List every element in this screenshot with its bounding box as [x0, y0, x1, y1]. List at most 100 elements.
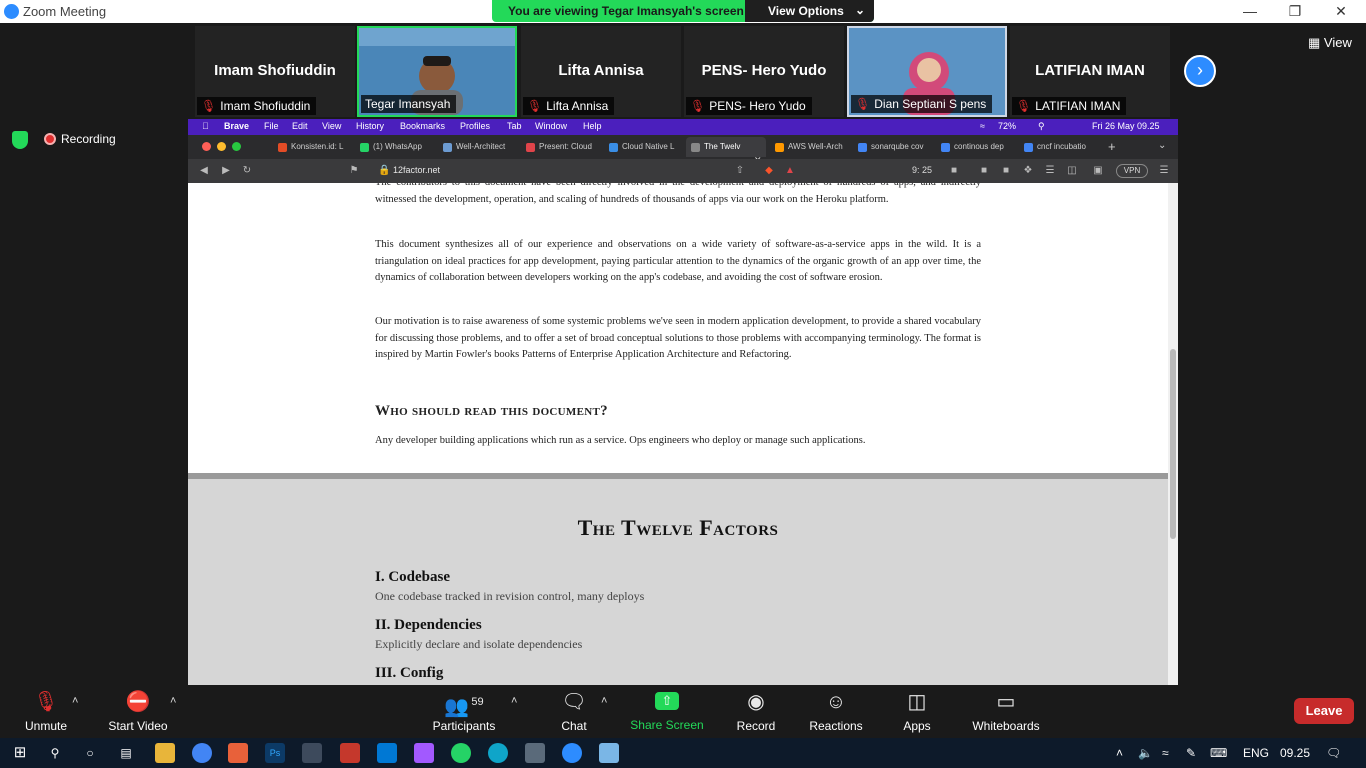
close-icon[interactable]: ✕ [1331, 2, 1351, 20]
app-icon[interactable] [340, 743, 360, 763]
close-window-icon[interactable] [202, 142, 211, 151]
page-scrollbar-thumb[interactable] [1170, 349, 1176, 539]
view-options-button[interactable]: View Options ⌄ [745, 0, 874, 22]
app-icon[interactable] [302, 743, 322, 763]
browser-tab-active[interactable]: The Twelv [686, 137, 766, 157]
reload-icon[interactable]: ↻ [241, 165, 253, 177]
leave-button[interactable]: Leave [1294, 698, 1354, 724]
cortana-icon[interactable]: ○ [80, 743, 100, 763]
recording-indicator[interactable]: Recording [44, 132, 116, 146]
browser-tab[interactable]: AWS Well-Arch [770, 137, 850, 157]
participant-label: 🎙 LATIFIAN IMAN [1012, 97, 1127, 115]
back-icon[interactable]: ◀ [198, 165, 210, 177]
grid-icon: ▦ [1308, 35, 1321, 50]
bookmark-icon[interactable]: ⚑ [348, 165, 360, 177]
share-page-icon[interactable]: ⇧ [734, 165, 746, 177]
notification-icon[interactable]: 🗨 [1326, 746, 1341, 760]
participant-tile[interactable]: PENS- Hero Yudo 🎙 PENS- Hero Yudo [684, 26, 844, 117]
participants-button[interactable]: 👥 59 Participants [428, 689, 500, 733]
factor-title[interactable]: II. Dependencies [375, 617, 482, 634]
menu-item[interactable]: History [356, 121, 384, 131]
language-indicator[interactable]: ENG [1243, 746, 1269, 760]
tray-chevron-icon[interactable]: ˄ [1116, 746, 1123, 760]
extension-icon[interactable]: ■ [948, 165, 960, 177]
app-icon[interactable] [228, 743, 248, 763]
browser-tab[interactable]: Konsisten.id: L [273, 137, 353, 157]
browser-tab[interactable]: Present: Cloud [521, 137, 601, 157]
vpn-button[interactable]: VPN [1116, 164, 1148, 178]
edge-icon[interactable] [488, 743, 508, 763]
browser-tab[interactable]: continous dep [936, 137, 1016, 157]
share-screen-button[interactable]: ⇧ Share Screen [630, 689, 704, 732]
factor-title[interactable]: I. Codebase [375, 569, 450, 586]
menu-item[interactable]: Profiles [460, 121, 490, 131]
security-shield-icon[interactable] [12, 131, 28, 149]
pen-icon[interactable]: ✎ [1186, 746, 1196, 760]
menu-item[interactable]: Help [583, 121, 602, 131]
windows-start-icon[interactable]: ⊞ [10, 743, 30, 763]
participant-tile-video[interactable]: Tegar Imansyah [357, 26, 517, 117]
keyboard-icon[interactable]: ⌨ [1210, 746, 1227, 760]
apps-button[interactable]: ◫ Apps [896, 689, 938, 733]
factor-title[interactable]: III. Config [375, 665, 443, 682]
new-tab-icon[interactable]: + [1108, 139, 1116, 154]
brave-rewards-icon[interactable]: ▲ [784, 165, 796, 177]
view-button[interactable]: ▦ View [1308, 35, 1352, 51]
minimize-window-icon[interactable] [217, 142, 226, 151]
browser-tab[interactable]: Cloud Native L [604, 137, 684, 157]
unmute-button[interactable]: 🎙 Unmute [20, 689, 72, 733]
extension-icon[interactable]: ■ [978, 165, 990, 177]
puzzle-icon[interactable]: ❖ [1022, 165, 1034, 177]
shared-screen[interactable]:  Brave File Edit View History Bookmarks… [188, 119, 1178, 685]
file-explorer-icon[interactable] [155, 743, 175, 763]
extension-icon[interactable]: ■ [1000, 165, 1012, 177]
menu-icon[interactable]: ☰ [1158, 165, 1170, 177]
url-text[interactable]: 12factor.net [393, 165, 440, 175]
menu-item[interactable]: View [322, 121, 341, 131]
wallet-icon[interactable]: ▣ [1092, 165, 1104, 177]
app-icon[interactable] [525, 743, 545, 763]
tab-list-chevron-icon[interactable]: ⌄ [1158, 140, 1166, 151]
participant-label-text: Lifta Annisa [546, 99, 609, 113]
menu-item[interactable]: Brave [224, 121, 249, 131]
chat-button[interactable]: 🗨 Chat [554, 689, 594, 733]
browser-tab[interactable]: Well-Architect [438, 137, 518, 157]
minimize-icon[interactable]: — [1240, 2, 1260, 20]
menu-item[interactable]: Edit [292, 121, 308, 131]
menu-item[interactable]: Window [535, 121, 567, 131]
gallery-next-button[interactable]: › [1184, 55, 1216, 87]
chrome-icon[interactable] [192, 743, 212, 763]
participant-tile[interactable]: Lifta Annisa 🎙 Lifta Annisa [521, 26, 681, 117]
network-icon[interactable]: ≈ [1162, 746, 1169, 760]
menu-item[interactable]: Bookmarks [400, 121, 445, 131]
browser-tab[interactable]: cncf incubatio [1019, 137, 1099, 157]
notepad-icon[interactable] [599, 743, 619, 763]
playlist-icon[interactable]: ☰ [1044, 165, 1056, 177]
taskbar-clock[interactable]: 09.25 [1280, 746, 1310, 760]
menu-item[interactable]: File [264, 121, 279, 131]
participant-tile-video[interactable]: 🎙 Dian Septiani S pens [847, 26, 1007, 117]
whatsapp-icon[interactable] [451, 743, 471, 763]
photoshop-icon[interactable]: Ps [265, 743, 285, 763]
browser-tab[interactable]: (1) WhatsApp [355, 137, 435, 157]
menu-item[interactable]: Tab [507, 121, 522, 131]
record-icon: ◉ [747, 691, 765, 713]
restore-icon[interactable]: ❐ [1285, 2, 1305, 20]
sidebar-icon[interactable]: ◫ [1066, 165, 1078, 177]
participant-tile[interactable]: Imam Shofiuddin 🎙 Imam Shofiuddin [195, 26, 355, 117]
zoom-taskbar-icon[interactable] [562, 743, 582, 763]
zoom-window-icon[interactable] [232, 142, 241, 151]
participant-tile[interactable]: LATIFIAN IMAN 🎙 LATIFIAN IMAN [1010, 26, 1170, 117]
browser-tab[interactable]: sonarqube cov [853, 137, 933, 157]
brave-shield-icon[interactable]: ◆ [763, 165, 775, 177]
figma-icon[interactable] [414, 743, 434, 763]
search-icon[interactable]: ⚲ [45, 743, 65, 763]
start-video-button[interactable]: ⛔ Start Video [104, 689, 172, 733]
forward-icon[interactable]: ▶ [220, 165, 232, 177]
record-button[interactable]: ◉ Record [732, 689, 780, 733]
reactions-button[interactable]: ☺ Reactions [806, 689, 866, 733]
volume-icon[interactable]: 🔈 [1138, 746, 1153, 760]
vscode-icon[interactable] [377, 743, 397, 763]
task-view-icon[interactable]: ▤ [116, 743, 136, 763]
whiteboards-button[interactable]: ▭ Whiteboards [968, 689, 1044, 733]
